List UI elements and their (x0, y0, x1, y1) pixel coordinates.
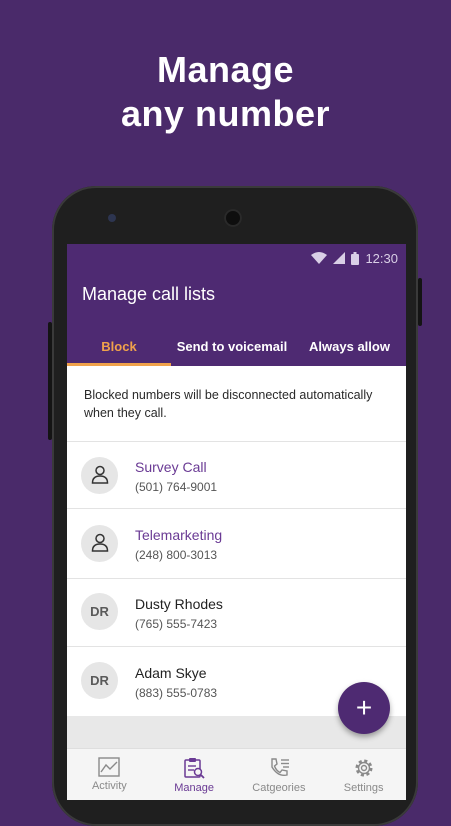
nav-activity-label: Activity (91, 780, 127, 792)
nav-manage[interactable]: Manage (152, 749, 237, 800)
contact-name: Dusty Rhodes (135, 596, 223, 612)
contact-number: (501) 764-9001 (135, 480, 218, 494)
nav-manage-label: Manage (174, 782, 214, 794)
contact-number: (765) 555-7423 (135, 617, 218, 631)
page-title: Manage call lists (82, 284, 216, 304)
contact-avatar (81, 525, 118, 562)
nav-settings-label: Settings (343, 782, 384, 794)
bottom-navigation: Activity Manage Catgeories Settings (67, 748, 406, 800)
contact-avatar (81, 457, 118, 494)
block-description: Blocked numbers will be disconnected aut… (84, 388, 373, 420)
call-list-tabs: Block Send to voicemail Always allow (67, 326, 406, 366)
tab-voicemail-label: Send to voicemail (176, 338, 288, 354)
manage-icon (183, 757, 205, 782)
status-bar: 12:30 (311, 248, 398, 268)
nav-settings[interactable]: Settings (321, 749, 406, 800)
contact-avatar: DR (81, 662, 118, 699)
person-icon (90, 464, 110, 487)
app-bar: 12:30 Manage call lists Block Send to vo… (67, 244, 406, 366)
phone-side-button-left (48, 322, 52, 440)
list-item[interactable]: Survey Call (501) 764-9001 (67, 441, 406, 509)
earpiece-speaker (224, 209, 242, 227)
tab-send-to-voicemail[interactable]: Send to voicemail (171, 326, 293, 366)
contact-name: Telemarketing (135, 527, 223, 543)
settings-icon (353, 757, 375, 782)
promo-line-2: any number (120, 93, 331, 134)
nav-categories[interactable]: Catgeories (237, 749, 322, 800)
list-item[interactable]: DR Dusty Rhodes (765) 555-7423 (67, 578, 406, 646)
contact-number: (883) 555-0783 (135, 686, 218, 700)
promo-line-1: Manage (156, 49, 295, 90)
tab-block[interactable]: Block (67, 326, 171, 366)
contact-avatar: DR (81, 593, 118, 630)
phone-side-button-right (418, 278, 422, 326)
add-number-button[interactable]: + (338, 682, 390, 734)
front-camera (108, 214, 116, 222)
nav-categories-label: Catgeories (252, 782, 306, 794)
contact-name: Survey Call (135, 459, 207, 475)
tab-block-label: Block (101, 338, 137, 354)
activity-icon (98, 757, 121, 780)
cell-signal-icon (333, 252, 346, 264)
person-icon (90, 532, 110, 555)
promo-headline: Manage any number (0, 48, 451, 136)
tab-always-allow-label: Always allow (309, 338, 390, 354)
status-time: 12:30 (365, 250, 398, 266)
battery-icon (351, 251, 360, 265)
contact-name: Adam Skye (135, 665, 207, 681)
contact-number: (248) 800-3013 (135, 548, 218, 562)
nav-activity[interactable]: Activity (67, 749, 152, 800)
wifi-icon (311, 252, 328, 264)
list-item[interactable]: Telemarketing (248) 800-3013 (67, 508, 406, 576)
categories-icon (268, 757, 290, 782)
tab-always-allow[interactable]: Always allow (293, 326, 406, 366)
